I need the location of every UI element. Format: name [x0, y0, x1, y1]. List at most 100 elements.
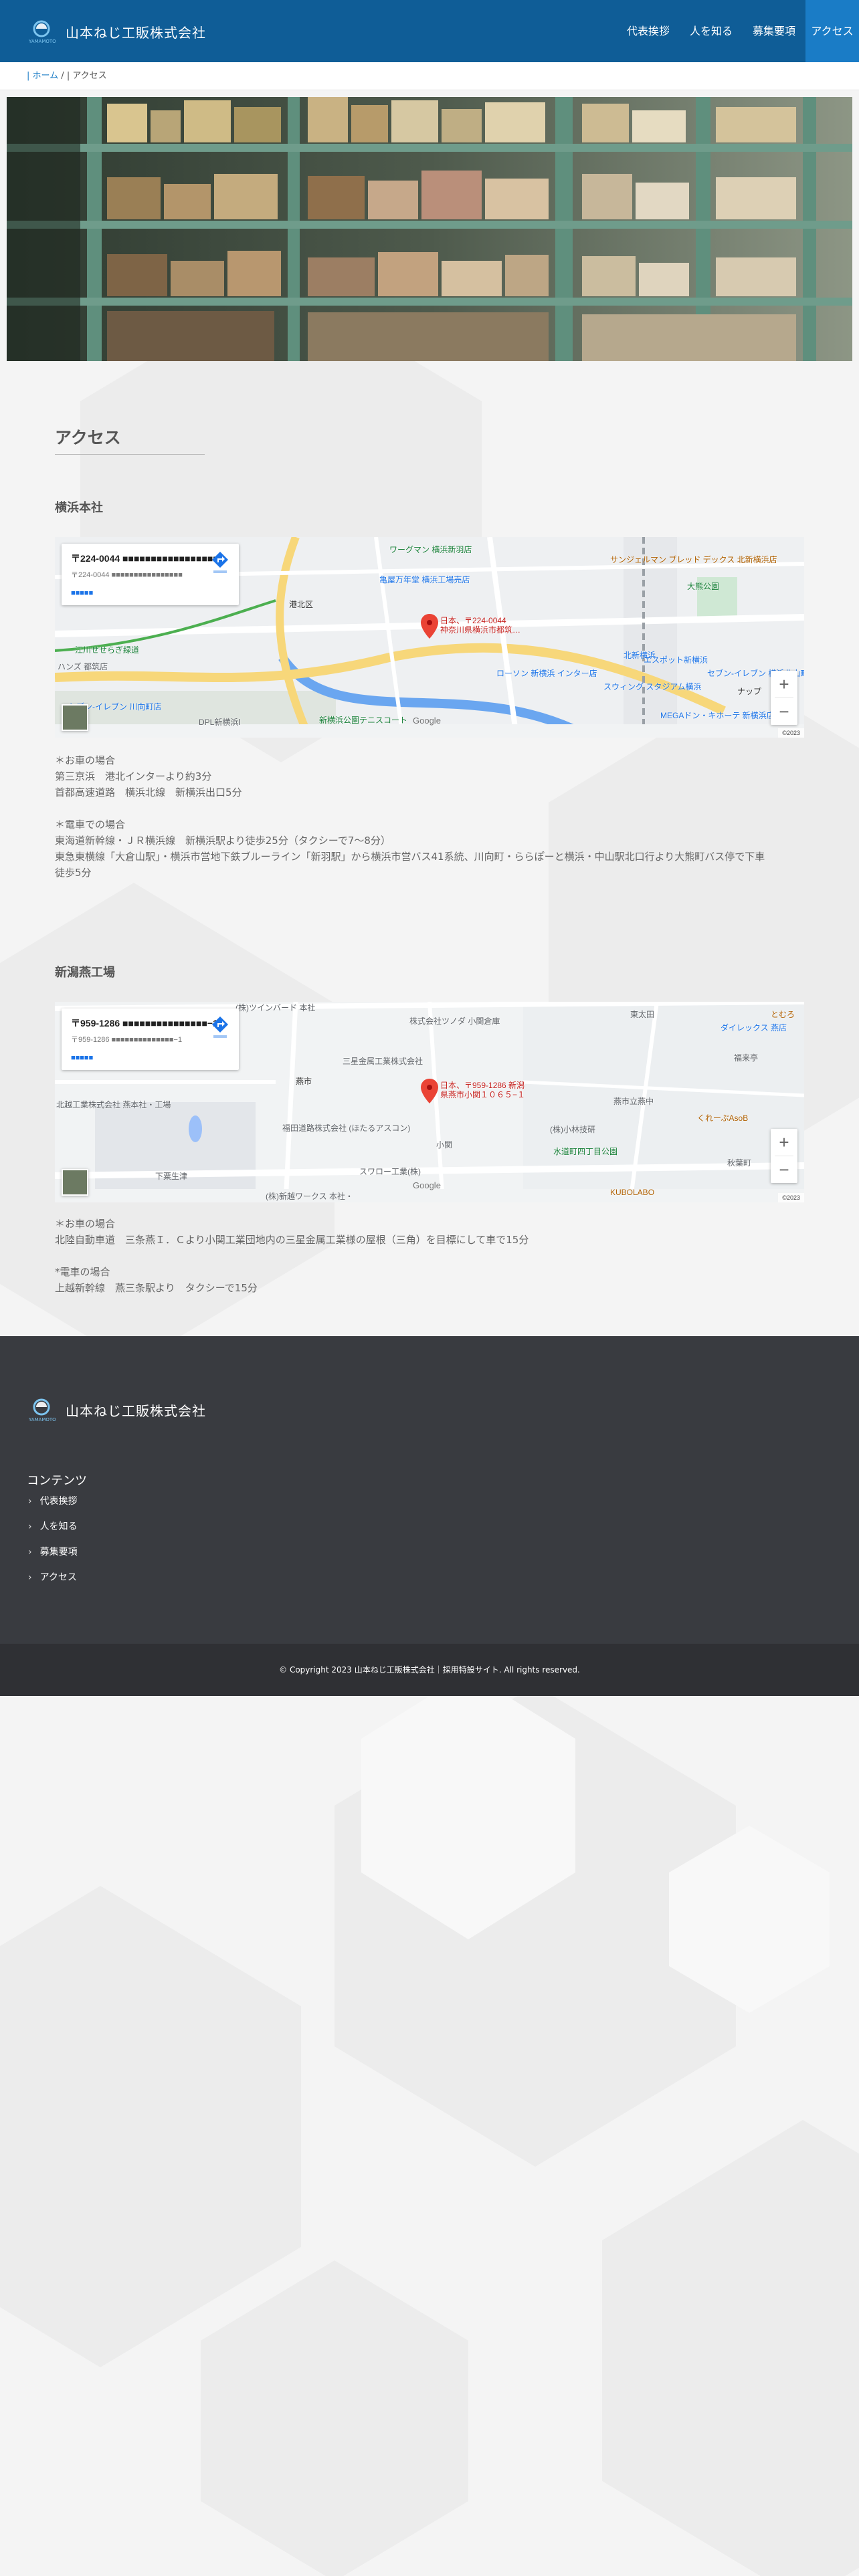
niigata-title: 新潟燕工場 [55, 966, 115, 980]
directions-icon[interactable] [211, 1015, 229, 1039]
map-label: 水道町四丁目公園 [553, 1147, 618, 1156]
nav-item-people[interactable]: 人を知る [680, 0, 743, 62]
logo-sub-text: YAMAMOTO [28, 39, 56, 44]
map-label: 三星金属工業株式会社 [343, 1057, 423, 1066]
zoom-in-button[interactable]: + [771, 1129, 797, 1156]
map-label: 港北区 [289, 600, 314, 609]
map-label: ローソン 新横浜 インター店 [496, 669, 597, 678]
yokohama-title: 横浜本社 [55, 501, 103, 515]
map-card-address: 〒959-1286 ■■■■■■■■■■■■■■−1 [71, 1036, 183, 1044]
map-label: 小関 [436, 1140, 453, 1150]
map-label: エスポット新横浜 [644, 655, 708, 665]
map-label: MEGAドン・キホーテ 新横浜店 [660, 711, 775, 720]
nav-item-recruitment[interactable]: 募集要項 [743, 0, 805, 62]
chevron-right-icon: › [28, 1496, 32, 1507]
yokohama-access-text: ＊お車の場合 第三京浜 港北インターより約3分 首都高速道路 横浜北線 新横浜出… [55, 754, 765, 879]
pin-line-2: 神奈川県横浜市都筑… [440, 625, 521, 635]
pin-line-1: 日本、〒959-1286 新潟 [440, 1081, 525, 1090]
hero-image [7, 97, 852, 361]
company-logo-icon: YAMAMOTO [28, 20, 56, 44]
pin-line-1: 日本、〒224-0044 [440, 616, 506, 625]
map-label: (株)小林技研 [550, 1125, 595, 1134]
map-label: 新横浜公園テニスコート [319, 716, 408, 725]
footer-link-access[interactable]: › アクセス [28, 1570, 78, 1595]
google-logo: Google [413, 716, 441, 726]
chevron-right-icon: › [28, 1521, 32, 1532]
map-attribution: ©2023 [778, 728, 804, 738]
map-card-title: 〒224-0044 ■■■■■■■■■■■■■■■■■ [71, 553, 219, 564]
site-footer: YAMAMOTO 山本ねじ工販株式会社 コンテンツ › 代表挨拶 › 人を知る › 募… [0, 1336, 859, 1644]
map-zoom-control: + − [771, 671, 797, 725]
map-card-link[interactable]: ■■■■■ [71, 1054, 93, 1062]
niigata-access-text: ＊お車の場合 北陸自動車道 三条燕Ｉ．Ｃより小関工業団地内の三星金属工業様の屋根… [55, 1218, 529, 1294]
breadcrumb-current: | アクセス [66, 71, 107, 81]
zoom-out-button[interactable]: − [771, 698, 797, 725]
map-label: ダイレックス 燕店 [721, 1023, 787, 1033]
breadcrumb-home-link[interactable]: | ホーム [27, 71, 58, 81]
map-label: ハンズ 都筑店 [58, 662, 108, 671]
footer-link-label: 代表挨拶 [39, 1496, 78, 1507]
map-label: 福来亭 [734, 1053, 759, 1063]
map-label: くれーぷAsoB [697, 1113, 749, 1123]
footer-link-people[interactable]: › 人を知る [28, 1519, 78, 1544]
nav-item-access[interactable]: アクセス [805, 0, 859, 62]
company-logo-icon: YAMAMOTO [28, 1398, 56, 1422]
zoom-in-button[interactable]: + [771, 671, 797, 697]
map-label: 大熊公園 [687, 582, 720, 591]
breadcrumb-current-label: アクセス [72, 71, 107, 81]
breadcrumb-home-label: ホーム [32, 71, 59, 81]
footer-site-name: 山本ねじ工販株式会社 [66, 1402, 206, 1419]
footer-link-label: 募集要項 [39, 1547, 78, 1558]
google-logo: Google [413, 1180, 441, 1190]
map-label: スワロー工業(株) [359, 1167, 421, 1176]
nav-item-greeting[interactable]: 代表挨拶 [617, 0, 680, 62]
footer-logo[interactable]: YAMAMOTO 山本ねじ工販株式会社 [27, 1396, 206, 1423]
site-logo[interactable]: YAMAMOTO 山本ねじ工販株式会社 [27, 18, 206, 45]
map-label: サンジェルマン ブレッド デックス 北新横浜店 [610, 555, 777, 564]
satellite-toggle-button[interactable] [62, 1169, 88, 1196]
yokohama-map[interactable]: 日本、〒224-0044 神奈川県横浜市都筑… ワーグマン 横浜新羽店 亀屋万年堂… [55, 537, 804, 738]
chevron-right-icon: › [28, 1547, 32, 1558]
footer-link-label: アクセス [39, 1572, 77, 1583]
map-label: (株)新越ワークス 本社・ [266, 1192, 353, 1201]
map-label: 北越工業株式会社 燕本社・工場 [56, 1100, 171, 1109]
footer-link-recruitment[interactable]: › 募集要項 [28, 1544, 78, 1570]
satellite-toggle-button[interactable] [62, 704, 88, 731]
footer-links: › 代表挨拶 › 人を知る › 募集要項 › アクセス [28, 1493, 78, 1595]
copyright-bar: © Copyright 2023 山本ねじ工販株式会社｜採用特設サイト. All… [0, 1644, 859, 1696]
map-label: 燕市 [296, 1077, 312, 1086]
breadcrumb: | ホーム / | アクセス [0, 62, 859, 90]
map-card-title: 〒959-1286 ■■■■■■■■■■■■■■■−1 [71, 1018, 218, 1029]
logo-sub-text: YAMAMOTO [28, 1417, 56, 1422]
footer-link-greeting[interactable]: › 代表挨拶 [28, 1493, 78, 1519]
page-title: アクセス [55, 425, 205, 455]
map-label: ナップ [737, 687, 762, 696]
map-label: 株式会社ツノダ 小関倉庫 [409, 1016, 500, 1026]
map-pin-label: 日本、〒959-1286 新潟 県燕市小関１０６５−１ [440, 1081, 525, 1099]
directions-icon[interactable] [211, 550, 229, 574]
map-attribution: ©2023 [778, 1193, 804, 1202]
niigata-map[interactable]: 日本、〒959-1286 新潟 県燕市小関１０６５−１ (株)ツインバード 本社 … [55, 1002, 804, 1202]
map-label: 亀屋万年堂 横浜工場売店 [379, 575, 470, 584]
map-label: 江川せせらぎ緑道 [75, 645, 140, 655]
map-label: 福田道路株式会社 (ほたるアスコン) [282, 1123, 411, 1133]
site-name: 山本ねじ工販株式会社 [66, 24, 206, 41]
map-label: (株)ツインバード 本社 [235, 1003, 316, 1012]
map-info-card: 〒959-1286 ■■■■■■■■■■■■■■■−1 〒959-1286 ■■… [62, 1008, 239, 1070]
footer-heading: コンテンツ [27, 1474, 87, 1488]
map-label: KUBOLABO [610, 1188, 655, 1197]
map-label: 燕市立燕中 [613, 1097, 654, 1106]
map-label: 下粟生津 [155, 1172, 188, 1181]
map-card-link[interactable]: ■■■■■ [71, 589, 93, 597]
map-card-address: 〒224-0044 ■■■■■■■■■■■■■■■■ [71, 571, 183, 579]
map-zoom-control: + − [771, 1129, 797, 1183]
pin-line-2: 県燕市小関１０６５−１ [440, 1090, 526, 1099]
zoom-out-button[interactable]: − [771, 1156, 797, 1183]
map-label: スウィング スタジアム横浜 [603, 682, 702, 691]
map-label: DPL新横浜Ⅰ [199, 718, 241, 727]
map-label: 東太田 [630, 1010, 655, 1019]
chevron-right-icon: › [28, 1572, 32, 1583]
main-nav: 代表挨拶 人を知る 募集要項 アクセス [617, 0, 859, 62]
warehouse-shelves-image [7, 97, 852, 361]
map-pin-label: 日本、〒224-0044 神奈川県横浜市都筑… [440, 616, 520, 635]
